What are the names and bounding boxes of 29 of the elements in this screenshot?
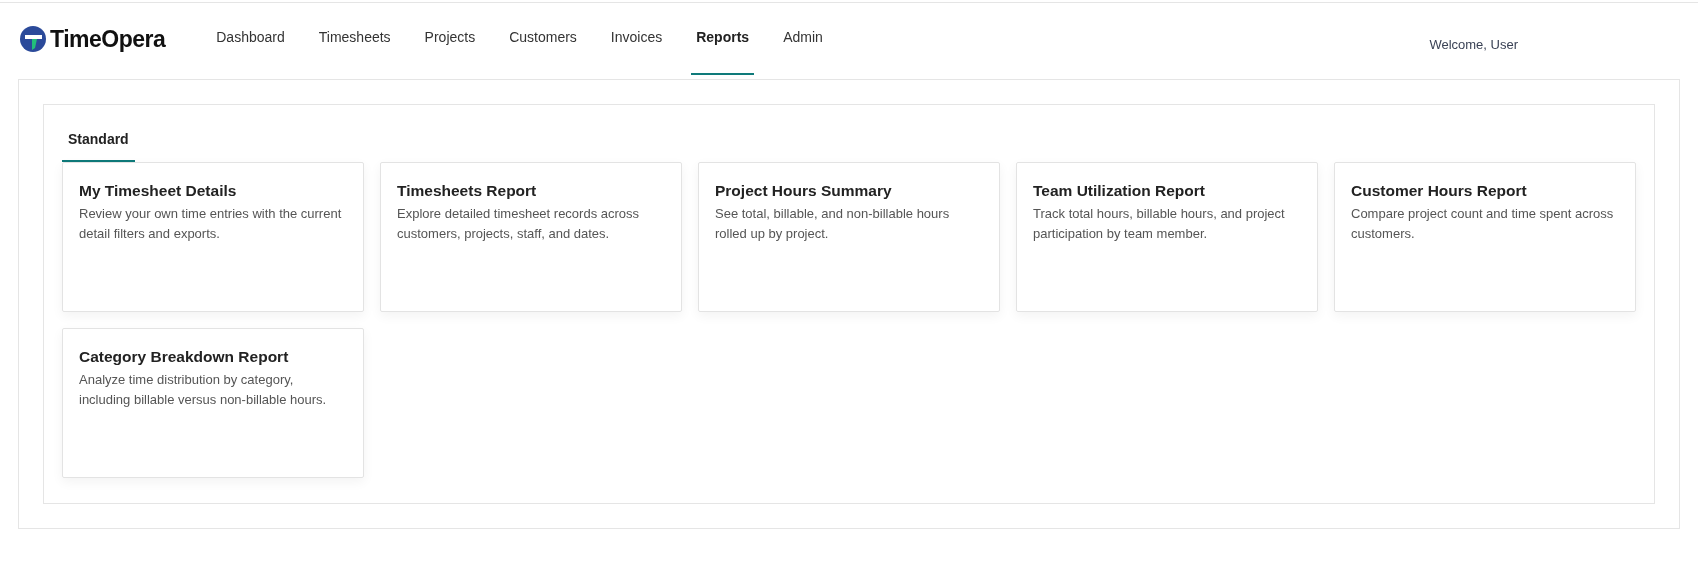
report-card[interactable]: Customer Hours Report Compare project count and time spent across customers. [1334, 162, 1636, 312]
report-description: Review your own time entries with the current detail filters and exports. [79, 205, 343, 244]
report-card[interactable]: Timesheets Report Explore detailed timesheet records across customers, projects, staff, and dates. [380, 162, 682, 312]
report-description: Track total hours, billable hours, and project participation by team member. [1033, 205, 1286, 244]
nav-link[interactable]: Customers [504, 3, 582, 75]
brand-name: TimeOpera [50, 24, 166, 54]
nav-link[interactable]: Invoices [605, 3, 668, 75]
report-title: Category Breakdown Report [79, 347, 290, 367]
report-card[interactable]: Project Hours Summary See total, billable, and non-billable hours rolled up by project. [698, 162, 1000, 312]
report-card[interactable]: Team Utilization Report Track total hours, billable hours, and project participation by team member. [1016, 162, 1318, 312]
report-description: Analyze time distribution by category, including billable versus non-billable hours. [79, 371, 328, 410]
report-title: Customer Hours Report [1351, 181, 1528, 201]
nav-link[interactable]: Projects [419, 3, 481, 75]
report-description: Explore detailed timesheet records across customers, projects, staff, and dates. [397, 205, 641, 244]
report-title: My Timesheet Details [79, 181, 238, 201]
logo-icon [20, 26, 46, 52]
report-card[interactable]: Category Breakdown Report Analyze time distribution by category, including billable versus non-billable hours. [62, 328, 364, 478]
report-title: Team Utilization Report [1033, 181, 1206, 201]
tab[interactable]: Standard [62, 125, 135, 162]
report-description: See total, billable, and non-billable hours rolled up by project. [715, 205, 951, 244]
nav-link[interactable]: Admin [778, 3, 828, 75]
report-description: Compare project count and time spent across customers. [1351, 205, 1615, 244]
nav-link[interactable]: Reports [691, 3, 755, 75]
report-title: Timesheets Report [397, 181, 538, 201]
welcome-text: Welcome, User [1429, 36, 1518, 55]
nav-link[interactable]: Dashboard [211, 3, 290, 75]
nav-link[interactable]: Timesheets [313, 3, 396, 75]
report-card[interactable]: My Timesheet Details Review your own time entries with the current detail filters and exports. [62, 162, 364, 312]
report-title: Project Hours Summary [715, 181, 893, 201]
